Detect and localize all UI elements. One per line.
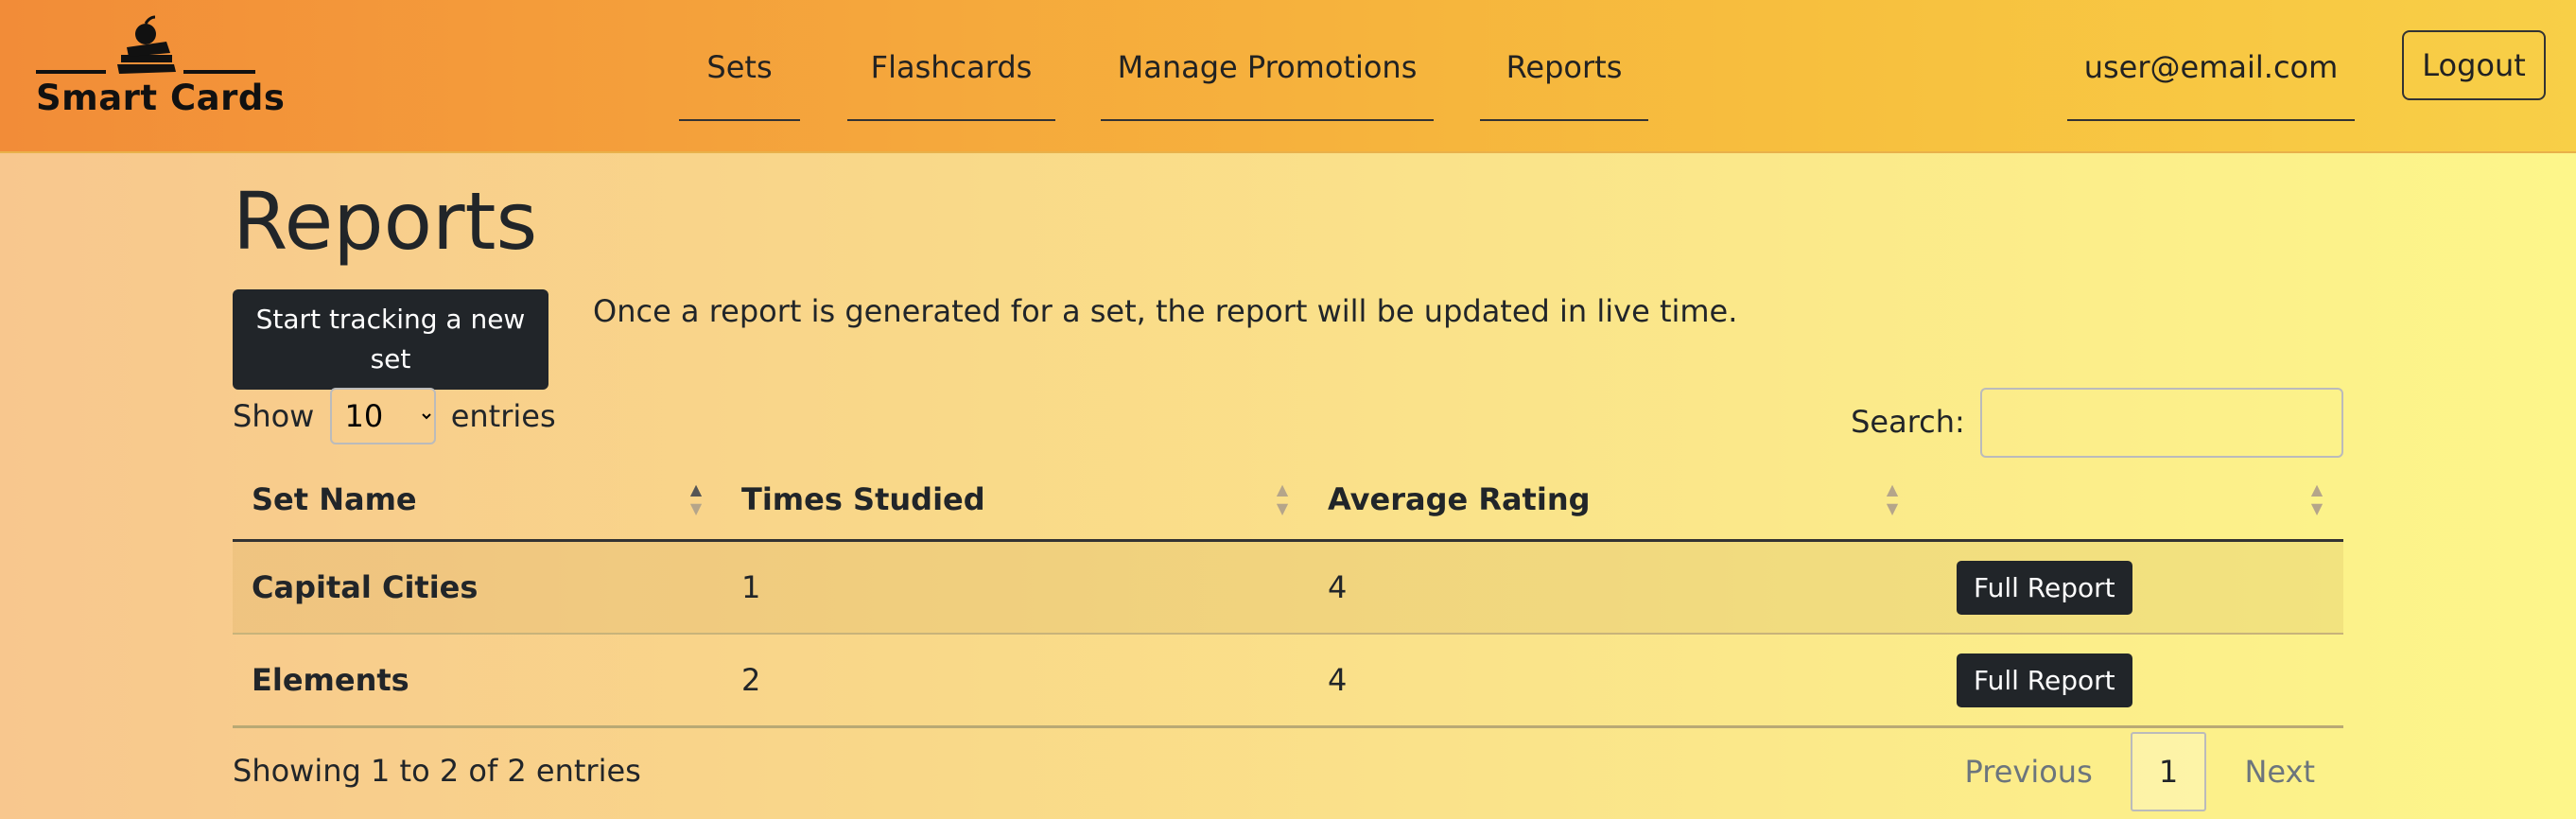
entries-length-control: Show 10 entries (233, 388, 556, 444)
search-control: Search: (1851, 388, 2343, 458)
nav-reports[interactable]: Reports (1480, 42, 1648, 121)
sort-icon: ▲ ▼ (1276, 480, 1289, 517)
entries-label: entries (450, 398, 556, 434)
full-report-button[interactable]: Full Report (1957, 560, 2132, 615)
top-navbar: Smart Cards Sets Flashcards Manage Promo… (0, 0, 2576, 153)
column-header-action[interactable]: ▲ ▼ (1919, 460, 2343, 542)
page-title: Reports (233, 175, 538, 268)
full-report-button[interactable]: Full Report (1957, 653, 2132, 707)
entries-select[interactable]: 10 (329, 388, 436, 444)
table-header-row: Set Name ▲ ▼ Times Studied ▲ ▼ Average Rat… (233, 460, 2343, 542)
pagination-page-1[interactable]: 1 (2130, 732, 2207, 811)
brand-name: Smart Cards (36, 78, 286, 118)
pagination-previous[interactable]: Previous (1937, 734, 2121, 810)
pagination-next[interactable]: Next (2216, 734, 2343, 810)
table-row: Capital Cities 1 4 Full Report (233, 540, 2343, 635)
reports-table: Set Name ▲ ▼ Times Studied ▲ ▼ Average Rat… (233, 460, 2343, 728)
nav-sets[interactable]: Sets (679, 42, 800, 121)
cell-set-name: Elements (233, 634, 722, 728)
cell-times-studied: 2 (722, 634, 1309, 728)
logout-button[interactable]: Logout (2402, 30, 2546, 100)
column-header-average-rating[interactable]: Average Rating ▲ ▼ (1309, 460, 1919, 542)
search-label: Search: (1851, 404, 1965, 440)
cell-average-rating: 4 (1309, 540, 1919, 635)
search-input[interactable] (1980, 388, 2343, 458)
start-tracking-button[interactable]: Start tracking a new set (233, 289, 548, 390)
sort-icon: ▲ ▼ (2310, 480, 2324, 517)
sort-icon: ▲ ▼ (1886, 480, 1899, 517)
cell-set-name: Capital Cities (233, 540, 722, 635)
cell-action: Full Report (1919, 634, 2343, 728)
column-header-set-name[interactable]: Set Name ▲ ▼ (233, 460, 722, 542)
table-row: Elements 2 4 Full Report (233, 634, 2343, 728)
column-header-times-studied[interactable]: Times Studied ▲ ▼ (722, 460, 1309, 542)
info-text: Once a report is generated for a set, th… (593, 293, 1738, 329)
nav-manage-promotions[interactable]: Manage Promotions (1101, 42, 1434, 121)
column-label: Average Rating (1328, 481, 1591, 517)
table-info: Showing 1 to 2 of 2 entries (233, 753, 641, 789)
book-apple-icon (36, 15, 255, 74)
cell-average-rating: 4 (1309, 634, 1919, 728)
nav-flashcards[interactable]: Flashcards (847, 42, 1055, 121)
pagination: Previous 1 Next (1937, 732, 2343, 811)
column-label: Times Studied (741, 481, 985, 517)
user-email-link[interactable]: user@email.com (2067, 42, 2355, 121)
column-label: Set Name (252, 481, 417, 517)
cell-times-studied: 1 (722, 540, 1309, 635)
cell-action: Full Report (1919, 540, 2343, 635)
show-label: Show (233, 398, 315, 434)
brand-logo[interactable]: Smart Cards (34, 13, 285, 127)
sort-icon: ▲ ▼ (689, 480, 703, 517)
